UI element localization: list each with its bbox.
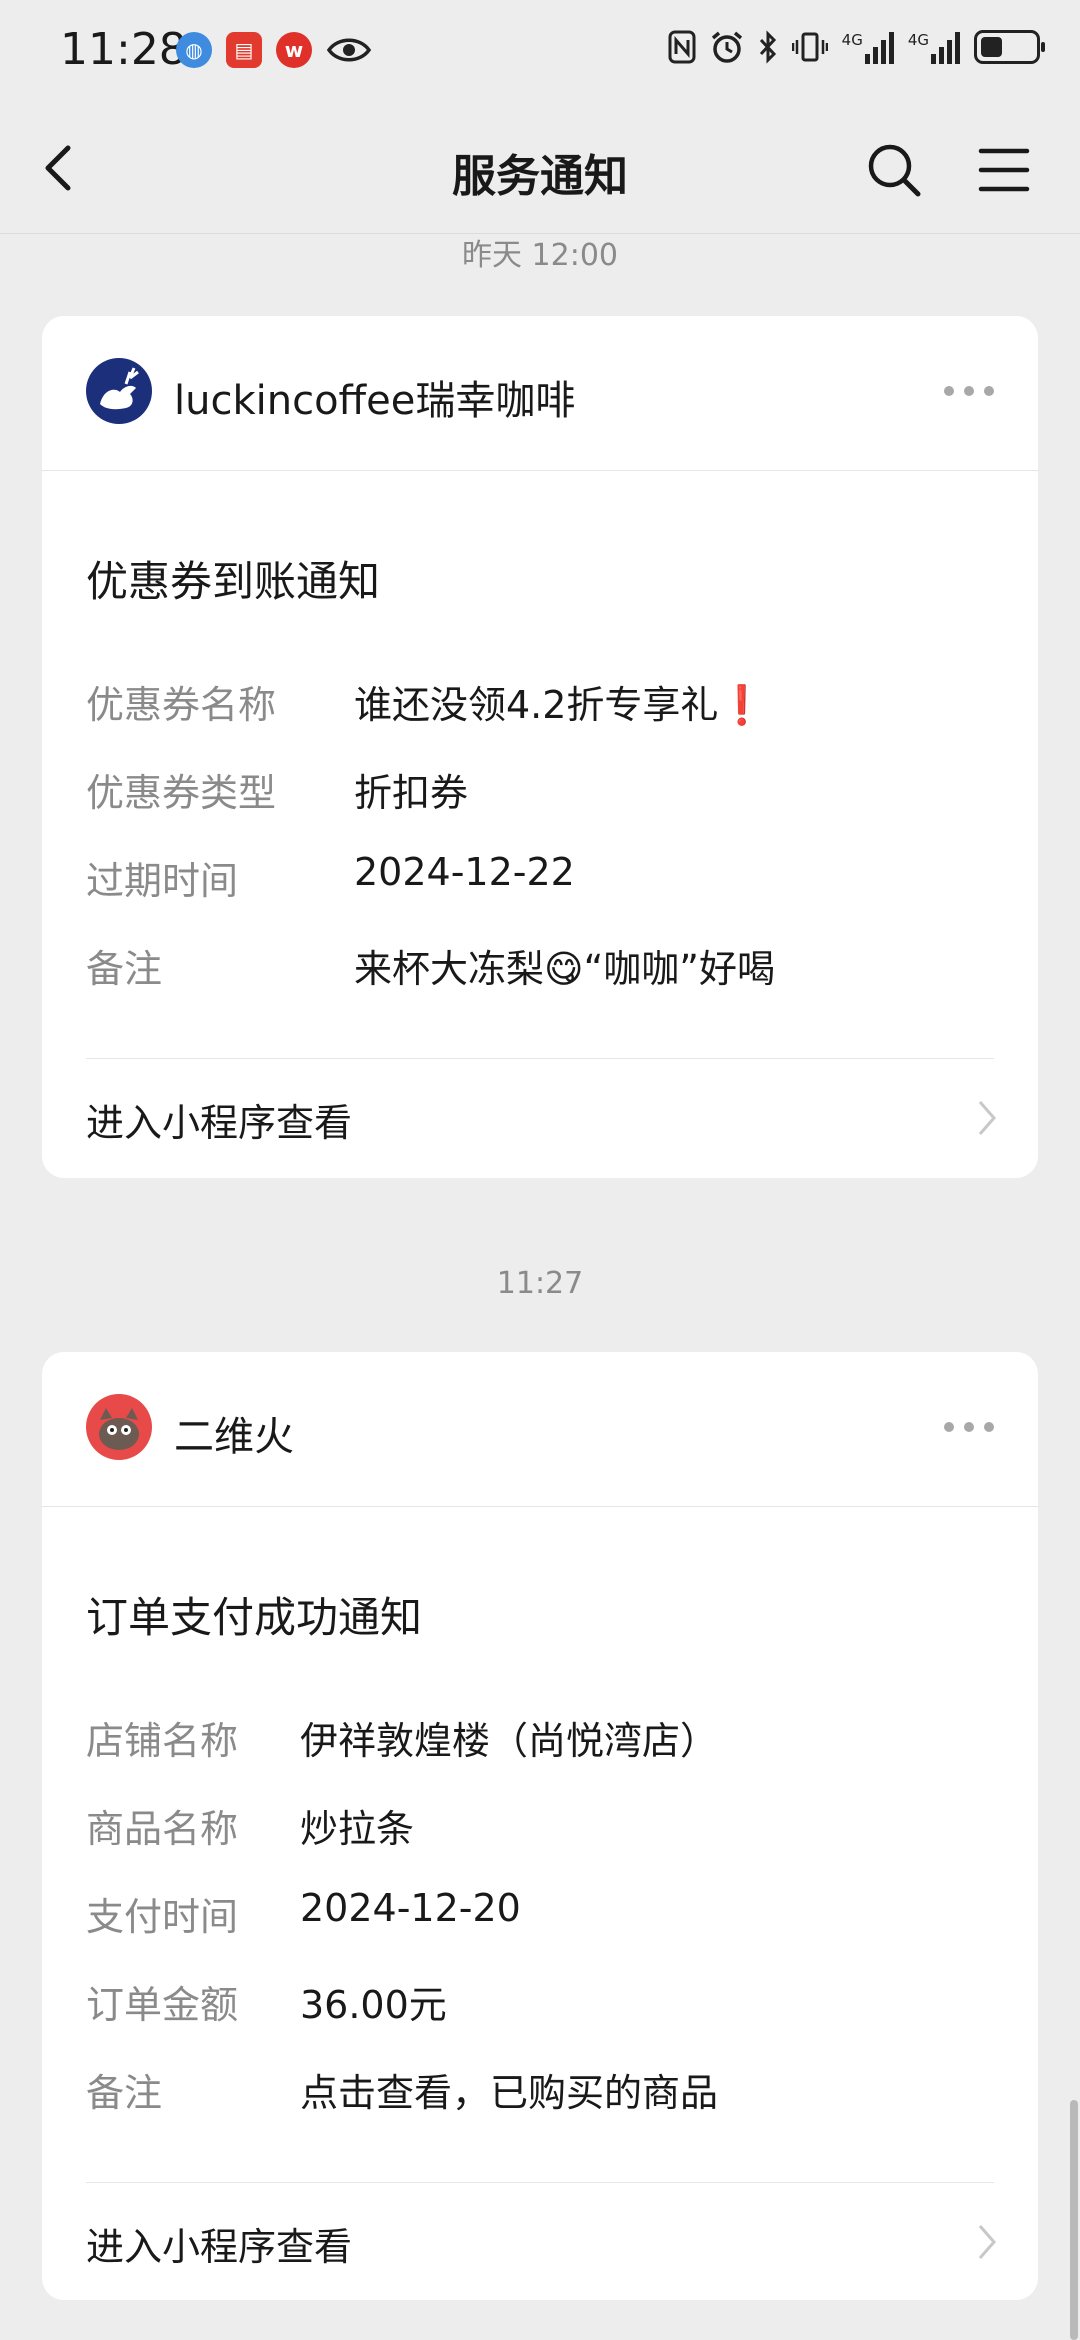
vibrate-icon	[791, 32, 828, 62]
field-value: 2024-12-20	[300, 1886, 521, 1930]
field-label: 店铺名称	[86, 1719, 239, 1763]
luckin-logo-avatar[interactable]	[86, 358, 152, 424]
signal-icon	[931, 30, 960, 64]
alarm-icon	[711, 31, 742, 63]
field-label: 过期时间	[86, 859, 239, 903]
app-notification-icon: ◍	[176, 32, 212, 68]
weibo-icon: w	[276, 32, 312, 68]
card-header: luckincoffee瑞幸咖啡	[42, 316, 1038, 471]
field-label: 优惠券类型	[86, 771, 277, 815]
message-timestamp: 昨天 12:00	[462, 238, 618, 273]
menu-icon[interactable]	[978, 146, 1030, 194]
status-time: 11:28	[60, 24, 187, 75]
status-right: 4G 4G	[668, 30, 1045, 64]
bluetooth-icon	[759, 30, 776, 64]
sender-name[interactable]: luckincoffee瑞幸咖啡	[174, 368, 575, 426]
battery-icon	[974, 30, 1045, 64]
signal-2: 4G	[908, 30, 960, 64]
erweihuo-logo-avatar[interactable]	[86, 1394, 152, 1460]
app-notification-icon: ▤	[226, 32, 262, 68]
sender-name[interactable]: 二维火	[174, 1404, 294, 1462]
link-label: 进入小程序查看	[86, 1101, 353, 1145]
eye-icon	[326, 38, 372, 62]
nav-bar: 服务通知	[0, 104, 1080, 234]
field-label: 备注	[86, 947, 163, 991]
field-value: 折扣券	[354, 771, 469, 815]
chevron-right-icon	[978, 1101, 996, 1135]
message-timestamp: 11:27	[496, 1266, 584, 1301]
status-bar: 11:28 ◍ ▤ w 4G 4G	[0, 0, 1080, 104]
open-mini-program-link[interactable]: 进入小程序查看	[42, 1058, 1038, 1178]
nfc-icon	[668, 30, 696, 64]
chevron-right-icon	[978, 2225, 996, 2259]
field-label: 商品名称	[86, 1807, 239, 1851]
field-label: 优惠券名称	[86, 683, 277, 727]
signal-icon	[864, 30, 894, 64]
more-options-icon[interactable]	[944, 386, 994, 396]
notification-icons: ◍ ▤ w	[176, 32, 372, 68]
field-label: 订单金额	[86, 1983, 239, 2027]
field-value: 伊祥敦煌楼（尚悦湾店）	[300, 1719, 719, 1763]
field-value: 谁还没领4.2折专享礼❗	[354, 683, 766, 727]
mascot-icon	[89, 1397, 149, 1457]
link-label: 进入小程序查看	[86, 2225, 353, 2269]
signal-1: 4G	[842, 30, 894, 64]
field-value: 36.00元	[300, 1983, 447, 2027]
notification-card[interactable]: 二维火 订单支付成功通知 店铺名称 伊祥敦煌楼（尚悦湾店） 商品名称 炒拉条 支…	[42, 1352, 1038, 2300]
search-icon[interactable]	[866, 142, 922, 198]
more-options-icon[interactable]	[944, 1422, 994, 1432]
field-value: 2024-12-22	[354, 850, 575, 894]
deer-icon	[100, 367, 139, 410]
scrollbar[interactable]	[1070, 2100, 1078, 2340]
open-mini-program-link[interactable]: 进入小程序查看	[42, 2182, 1038, 2302]
card-header: 二维火	[42, 1352, 1038, 1507]
notification-title: 订单支付成功通知	[86, 1593, 423, 1642]
field-value: 炒拉条	[300, 1807, 415, 1851]
field-value: 点击查看，已购买的商品	[300, 2071, 719, 2115]
field-label: 支付时间	[86, 1895, 239, 1939]
notification-title: 优惠券到账通知	[86, 557, 381, 606]
field-label: 备注	[86, 2071, 163, 2115]
field-value: 来杯大冻梨😋“咖咖”好喝	[354, 947, 775, 991]
notification-card[interactable]: luckincoffee瑞幸咖啡 优惠券到账通知 优惠券名称 谁还没领4.2折专…	[42, 316, 1038, 1178]
